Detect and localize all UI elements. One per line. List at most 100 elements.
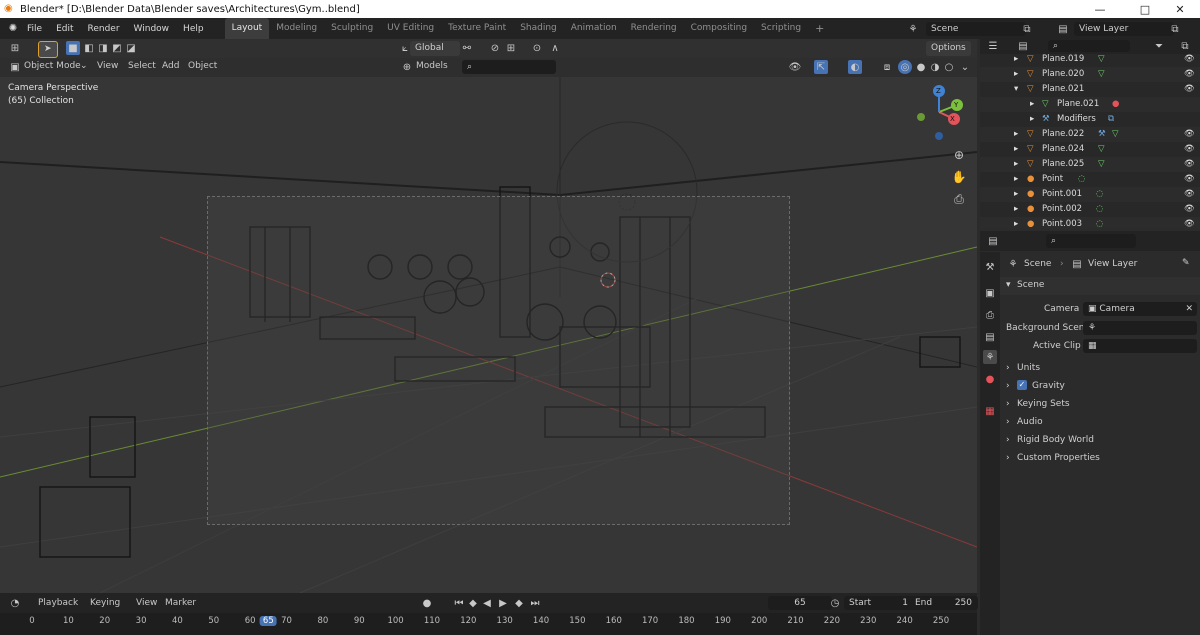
pan-hand-icon[interactable]: ✋: [952, 170, 967, 184]
select-mode-new-icon[interactable]: ■: [66, 41, 80, 55]
jump-end-icon[interactable]: ⏭: [528, 596, 542, 610]
scene-tab-icon[interactable]: ⚘: [983, 350, 997, 364]
timeline[interactable]: ◔ Playback Keying View Marker ● ⏮ ◆ ◀ ▶ …: [0, 593, 978, 635]
collection-dropdown[interactable]: Models: [416, 61, 448, 71]
eye-icon[interactable]: 👁: [1184, 217, 1195, 229]
tab-rendering[interactable]: Rendering: [624, 18, 684, 39]
tab-scripting[interactable]: Scripting: [754, 18, 808, 39]
view-layer-icon[interactable]: ▤: [1056, 22, 1070, 36]
outliner-row[interactable]: ▸ ▽ Plane.022 ⚒ ▽ 👁: [980, 127, 1200, 142]
blender-menu-icon[interactable]: ✺: [6, 22, 20, 36]
outliner-row[interactable]: ▸ ▽ Plane.021 ●: [980, 97, 1200, 112]
play-reverse-icon[interactable]: ◀: [480, 596, 494, 610]
close-button[interactable]: ✕: [1160, 0, 1200, 18]
world-tab-icon[interactable]: ●: [983, 372, 997, 386]
menu-add[interactable]: Add: [162, 61, 179, 71]
marker-menu[interactable]: Marker: [165, 598, 196, 608]
outliner-row[interactable]: ▸ ▽ Plane.020 ▽ 👁: [980, 67, 1200, 82]
custom-properties-panel-header[interactable]: › Custom Properties: [1000, 449, 1200, 467]
material-shading-icon[interactable]: ◑: [928, 60, 942, 74]
clock-icon[interactable]: ◷: [828, 596, 842, 610]
select-mode-extend-icon[interactable]: ◧: [82, 41, 96, 55]
editor-type-icon[interactable]: ⊞: [8, 41, 22, 55]
outliner-row[interactable]: ▸ ▽ Plane.019 ▽ 👁: [980, 52, 1200, 67]
display-mode-icon[interactable]: ▤: [1016, 39, 1030, 53]
scene-selector[interactable]: Scene: [926, 22, 1026, 36]
next-keyframe-icon[interactable]: ◆: [512, 596, 526, 610]
camera-view-icon[interactable]: ⎙: [952, 192, 966, 206]
maximize-button[interactable]: □: [1125, 0, 1165, 18]
tab-texture-paint[interactable]: Texture Paint: [441, 18, 513, 39]
tab-modeling[interactable]: Modeling: [269, 18, 324, 39]
end-frame-field[interactable]: End 250: [910, 596, 978, 610]
properties-editor-icon[interactable]: ▤: [986, 234, 1000, 248]
eye-icon[interactable]: 👁: [1184, 142, 1195, 157]
gizmo-toggle-icon[interactable]: ⇱: [814, 60, 828, 74]
outliner-search-input[interactable]: ⌕: [1048, 40, 1130, 52]
output-tab-icon[interactable]: ⎙: [983, 308, 997, 322]
properties-editor[interactable]: ▤ ⌕ ⚘ Scene › ▤ View Layer ✎ ▾ Scene Cam…: [980, 231, 1200, 635]
current-frame-field[interactable]: 65: [768, 596, 832, 610]
eye-icon[interactable]: 👁: [1184, 202, 1195, 217]
menu-window[interactable]: Window: [127, 24, 177, 34]
pin-icon[interactable]: ✎: [1182, 258, 1190, 268]
tool-tab-icon[interactable]: ⚒: [983, 260, 997, 274]
keying-sets-panel-header[interactable]: › Keying Sets: [1000, 395, 1200, 413]
outliner-row[interactable]: ▸ ● Point.003 ◌ 👁: [980, 217, 1200, 229]
mode-dropdown[interactable]: Object Mode: [24, 61, 81, 71]
outliner-row[interactable]: ▾ ▽ Plane.021 👁: [980, 82, 1200, 97]
new-collection-icon[interactable]: ⧉: [1178, 39, 1192, 53]
active-clip-field[interactable]: ▦: [1083, 339, 1197, 353]
outliner-row[interactable]: ▸ ⚒ Modifiers ⧉: [980, 112, 1200, 127]
solid-shading-icon[interactable]: ●: [914, 60, 928, 74]
menu-help[interactable]: Help: [176, 24, 211, 34]
audio-panel-header[interactable]: › Audio: [1000, 413, 1200, 431]
jump-start-icon[interactable]: ⏮: [452, 596, 466, 610]
keying-menu[interactable]: Keying: [90, 598, 120, 608]
tab-animation[interactable]: Animation: [564, 18, 624, 39]
clear-icon[interactable]: ✕: [1185, 302, 1193, 316]
3d-viewport[interactable]: Camera Perspective (65) Collection X Y Z…: [0, 77, 977, 593]
tab-shading[interactable]: Shading: [513, 18, 564, 39]
minimize-button[interactable]: —: [1080, 0, 1120, 18]
tab-uv-editing[interactable]: UV Editing: [380, 18, 441, 39]
eye-icon[interactable]: 👁: [1184, 157, 1195, 172]
tab-layout[interactable]: Layout: [224, 18, 270, 39]
rigid-body-world-panel-header[interactable]: › Rigid Body World: [1000, 431, 1200, 449]
outliner-row[interactable]: ▸ ▽ Plane.025 ▽ 👁: [980, 157, 1200, 172]
outliner[interactable]: ☰ ▤ ⌕ ⏷ ⧉ ▸ ▽ Plane.019 ▽ 👁 ▸ ▽ Plane.02…: [980, 39, 1200, 229]
options-dropdown[interactable]: Options: [926, 41, 971, 56]
eye-icon[interactable]: 👁: [1184, 82, 1195, 97]
menu-select[interactable]: Select: [128, 61, 156, 71]
tab-sculpting[interactable]: Sculpting: [324, 18, 380, 39]
render-tab-icon[interactable]: ▣: [983, 286, 997, 300]
select-mode-invert-icon[interactable]: ◩: [110, 41, 124, 55]
outliner-editor-icon[interactable]: ☰: [986, 39, 1000, 53]
tab-compositing[interactable]: Compositing: [684, 18, 754, 39]
prev-keyframe-icon[interactable]: ◆: [466, 596, 480, 610]
visibility-icon[interactable]: 👁: [788, 60, 802, 74]
view-menu[interactable]: View: [136, 598, 157, 608]
eye-icon[interactable]: 👁: [1184, 187, 1195, 202]
timeline-editor-icon[interactable]: ◔: [8, 596, 22, 610]
select-mode-subtract-icon[interactable]: ◨: [96, 41, 110, 55]
scene-panel-header[interactable]: ▾ Scene: [1000, 277, 1200, 295]
proportional-edit-icon[interactable]: ⊙: [530, 41, 544, 55]
background-scene-field[interactable]: ⚘: [1083, 321, 1197, 335]
outliner-row[interactable]: ▸ ● Point.002 ◌ 👁: [980, 202, 1200, 217]
snap-target-icon[interactable]: ⊞: [504, 41, 518, 55]
menu-edit[interactable]: Edit: [49, 24, 80, 34]
menu-object[interactable]: Object: [188, 61, 217, 71]
zoom-icon[interactable]: ⊕: [952, 148, 966, 162]
pivot-point-icon[interactable]: ⚯: [460, 41, 474, 55]
menu-file[interactable]: File: [20, 24, 49, 34]
view-layer-tab-icon[interactable]: ▤: [983, 330, 997, 344]
gravity-panel-header[interactable]: › ✓ Gravity: [1000, 377, 1200, 395]
eye-icon[interactable]: 👁: [1184, 127, 1195, 142]
properties-search-input[interactable]: ⌕: [1046, 234, 1136, 248]
filter-icon[interactable]: ⏷: [1152, 39, 1166, 53]
new-scene-icon[interactable]: ⧉: [1020, 22, 1034, 36]
rendered-shading-icon[interactable]: ○: [942, 60, 956, 74]
outliner-row[interactable]: ▸ ● Point ◌ 👁: [980, 172, 1200, 187]
shading-options-icon[interactable]: ⌄: [958, 60, 972, 74]
